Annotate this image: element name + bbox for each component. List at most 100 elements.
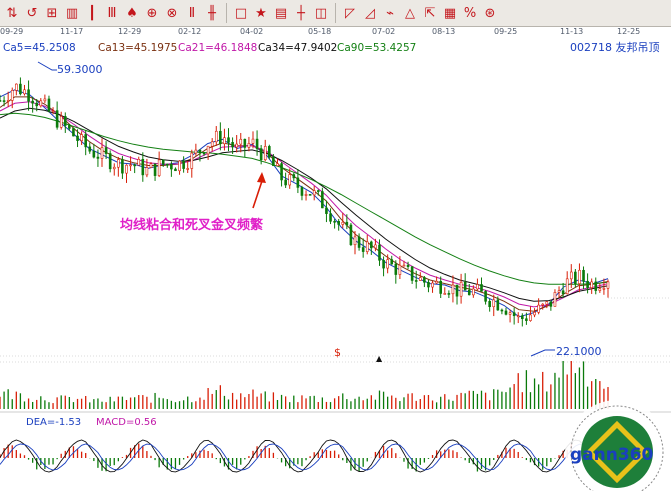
candle-body	[108, 153, 112, 170]
candle-body	[467, 289, 471, 296]
candle-body	[394, 263, 398, 275]
candle-body	[463, 281, 467, 291]
candle-body	[365, 241, 369, 252]
moving-average-lines	[0, 89, 609, 318]
dollar-marker: $	[334, 346, 341, 359]
candle-body	[166, 163, 169, 166]
high-label: 59.3000	[57, 63, 103, 76]
candle-body	[2, 100, 6, 102]
candle-body	[480, 284, 483, 292]
candle-body	[349, 224, 353, 246]
candle-body	[553, 292, 557, 307]
candle-body	[227, 137, 230, 143]
candle-body	[263, 146, 267, 161]
candle-body	[80, 134, 83, 141]
candle-body	[443, 293, 447, 295]
candle-body	[239, 138, 243, 145]
candle-body	[561, 290, 565, 295]
candle-body	[439, 281, 442, 294]
candle-body	[72, 128, 75, 137]
gann360-logo: gann360	[565, 400, 669, 491]
candlesticks	[0, 77, 610, 327]
candle-body	[496, 299, 500, 311]
candle-body	[431, 282, 434, 288]
candle-body	[374, 244, 377, 249]
candle-body	[153, 163, 157, 176]
candle-body	[455, 284, 459, 297]
candle-body	[516, 315, 520, 318]
candle-body	[533, 312, 536, 316]
candle-body	[63, 116, 67, 126]
ma34-label: Ca34=47.9402	[258, 42, 337, 54]
ma-line-ca90	[0, 112, 609, 285]
candle-body	[223, 137, 226, 145]
candle-body	[104, 147, 108, 154]
candle-body	[402, 264, 406, 267]
up-marker: ▲	[376, 354, 383, 363]
candle-body	[76, 135, 79, 141]
candle-body	[219, 130, 222, 145]
candle-body	[145, 167, 149, 176]
ma-line-ca5	[0, 89, 609, 318]
logo-text: gann360	[570, 445, 654, 465]
candle-body	[541, 303, 545, 306]
candle-body	[276, 163, 279, 167]
candle-body	[68, 125, 71, 129]
candle-body	[341, 221, 345, 225]
candle-body	[333, 220, 336, 223]
chart-canvas: Ca5=45.2508 Ca13=45.1975 Ca21=46.1848 Ca…	[0, 40, 671, 491]
candle-body	[578, 269, 581, 284]
candle-body	[15, 83, 18, 91]
candle-body	[186, 168, 190, 170]
dea-label: DEA=-1.53	[26, 417, 81, 428]
candle-body	[59, 116, 63, 128]
candle-body	[0, 100, 2, 102]
candle-body	[117, 159, 120, 168]
candle-body	[96, 156, 100, 159]
candle-body	[190, 152, 194, 169]
candle-body	[508, 312, 512, 315]
candle-body	[378, 244, 381, 261]
candle-body	[92, 150, 96, 158]
candle-body	[10, 90, 14, 101]
candle-body	[202, 152, 206, 155]
candle-body	[459, 281, 463, 297]
candle-body	[345, 221, 349, 226]
candle-body	[259, 148, 263, 161]
candle-body	[19, 83, 22, 95]
candle-body	[280, 163, 283, 181]
candle-body	[316, 190, 320, 192]
candle-body	[472, 288, 475, 296]
annotation-arrow	[252, 180, 263, 209]
candle-body	[512, 312, 516, 317]
candle-body	[521, 315, 524, 320]
candle-body	[182, 160, 185, 169]
candle-body	[141, 159, 145, 176]
candle-body	[47, 98, 51, 112]
candle-body	[582, 269, 585, 282]
candle-body	[410, 266, 414, 281]
low-label: 22.1000	[556, 345, 602, 358]
candle-body	[214, 130, 218, 143]
candle-body	[602, 287, 606, 290]
candle-body	[255, 138, 259, 149]
candle-body	[292, 174, 296, 179]
chart-window: ⇅ ↺ ⊞ ▥ ┃ Ⅲ ♠ ⊕ ⊗ Ⅱ ╫ □ ★ ▤ ┼ ◫ ◸ ◿ ⌁ △ ⇱ ▦% ⊛ 09-29 11-17 12-29…	[0, 0, 671, 491]
candle-body	[133, 164, 136, 167]
candle-body	[435, 281, 438, 284]
candle-body	[174, 168, 177, 172]
ma90-label: Ca90=53.4257	[337, 42, 416, 54]
ma5-label: Ca5=45.2508	[3, 42, 76, 54]
candle-body	[386, 259, 389, 269]
candle-body	[194, 149, 198, 154]
candle-body	[35, 102, 39, 107]
candle-body	[23, 89, 26, 95]
candle-body	[337, 221, 340, 225]
candle-body	[84, 134, 87, 148]
candle-body	[529, 314, 532, 321]
candle-body	[272, 156, 275, 167]
low-pointer	[530, 349, 555, 357]
candle-body	[170, 163, 173, 170]
candle-body	[121, 159, 124, 174]
candle-body	[545, 301, 549, 305]
